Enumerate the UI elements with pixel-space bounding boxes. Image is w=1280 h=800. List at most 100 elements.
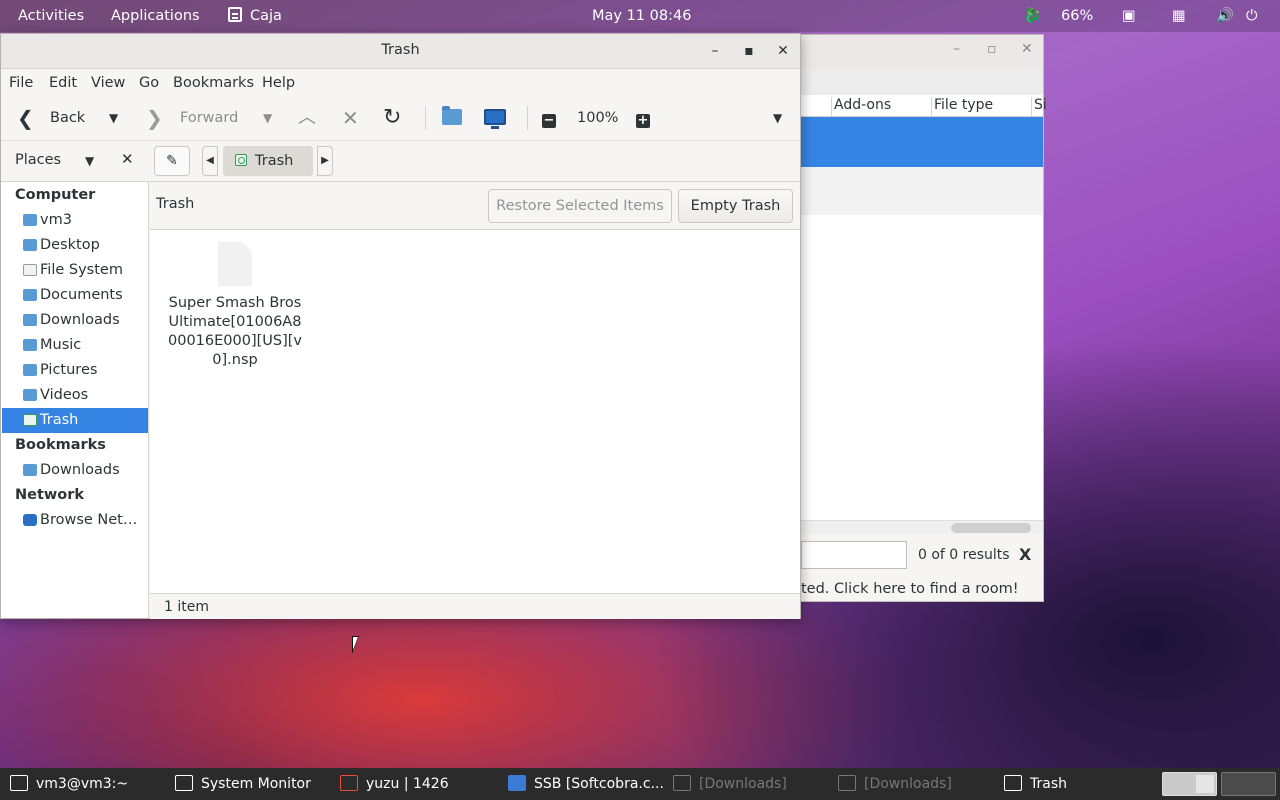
sidebar-item-music[interactable]: Music — [2, 333, 148, 358]
zoom-level[interactable]: 100% — [577, 106, 618, 130]
applications-menu[interactable]: Applications — [111, 0, 200, 32]
sidebar-item-desktop[interactable]: Desktop — [2, 233, 148, 258]
toolbar-overflow-icon[interactable]: ▼ — [773, 106, 782, 130]
path-scroll-right-icon[interactable]: ▶ — [317, 146, 333, 176]
menu-bookmarks[interactable]: Bookmarks — [173, 75, 254, 91]
toolbar-separator — [425, 106, 426, 130]
window-title: Trash — [381, 42, 420, 58]
task-ssb-browser[interactable]: SSB [Softcobra.c... — [508, 768, 664, 800]
horizontal-scrollbar[interactable] — [801, 520, 1043, 534]
edit-location-button[interactable]: ✎ — [154, 146, 190, 176]
menu-help[interactable]: Help — [262, 75, 295, 91]
activities-button[interactable]: Activities — [18, 0, 84, 32]
menu-file[interactable]: File — [9, 75, 33, 91]
sidebar-item-trash[interactable]: Trash — [2, 408, 148, 433]
close-sidebar-icon[interactable]: ✕ — [121, 150, 134, 168]
maximize-button[interactable]: ▪ — [739, 41, 759, 61]
background-window-titlebar[interactable]: – ▫ ✕ — [781, 35, 1043, 69]
sidebar-item-vm3[interactable]: vm3 — [2, 208, 148, 233]
computer-icon[interactable] — [484, 106, 506, 130]
battery-percentage[interactable]: 66% — [1061, 0, 1093, 32]
close-icon[interactable]: ✕ — [1021, 41, 1033, 57]
sidebar-item-browse-network[interactable]: Browse Netw… — [2, 508, 148, 533]
path-scroll-left-icon[interactable]: ◀ — [202, 146, 218, 176]
back-history-dropdown-icon[interactable]: ▼ — [109, 106, 118, 130]
sidebar-item-file-system[interactable]: File System — [2, 258, 148, 283]
home-folder-icon[interactable] — [442, 106, 462, 130]
task-downloads-2[interactable]: [Downloads] — [838, 768, 952, 800]
scrollbar-thumb[interactable] — [951, 523, 1031, 533]
document-icon — [508, 775, 526, 791]
minimize-icon[interactable]: – — [953, 41, 960, 57]
search-input[interactable] — [801, 541, 907, 569]
restore-selected-button[interactable]: Restore Selected Items — [488, 189, 672, 223]
clock[interactable]: May 11 08:46 — [592, 0, 691, 32]
back-button[interactable]: Back — [50, 106, 85, 130]
column-addons[interactable]: Add-ons — [831, 97, 891, 117]
menu-view[interactable]: View — [91, 75, 125, 91]
task-trash[interactable]: Trash — [1004, 768, 1067, 800]
volume-icon[interactable]: 🔊 — [1216, 0, 1234, 32]
workspace-tray-icon[interactable]: ▦ — [1172, 0, 1186, 32]
sidebar-item-label: Pictures — [40, 362, 98, 378]
task-terminal[interactable]: vm3@vm3:~ — [10, 768, 128, 800]
background-window[interactable]: – ▫ ✕ Add-ons File type Si 0 of 0 result… — [780, 34, 1047, 602]
task-label: Trash — [1030, 776, 1067, 792]
selected-game-row[interactable] — [801, 117, 1043, 167]
zoom-out-icon[interactable]: − — [542, 106, 556, 130]
folder-icon — [23, 464, 37, 476]
up-icon[interactable]: ︿ — [298, 106, 316, 130]
column-size[interactable]: Si — [1031, 97, 1047, 117]
close-button[interactable]: ✕ — [773, 41, 793, 61]
task-downloads-1[interactable]: [Downloads] — [673, 768, 787, 800]
item-count: 1 item — [164, 599, 209, 615]
forward-history-dropdown-icon[interactable]: ▼ — [263, 106, 272, 130]
multiplayer-status[interactable]: ted. Click here to find a room! — [801, 581, 1019, 597]
sidebar-header-network: Network — [15, 487, 85, 503]
sidebar-item-videos[interactable]: Videos — [2, 383, 148, 408]
workspace-1[interactable] — [1162, 772, 1217, 796]
minimize-button[interactable]: – — [705, 41, 725, 61]
menu-go[interactable]: Go — [139, 75, 159, 91]
app-menu-caja[interactable]: Caja — [228, 0, 282, 32]
display-tray-icon[interactable]: ▣ — [1122, 0, 1136, 32]
stop-icon[interactable]: ✕ — [342, 106, 359, 130]
clear-search-button[interactable]: X — [1019, 545, 1031, 564]
column-file-type[interactable]: File type — [931, 97, 993, 117]
sidebar-item-bookmark-downloads[interactable]: Downloads — [2, 458, 148, 483]
network-icon — [23, 514, 37, 526]
path-button-trash[interactable]: Trash — [223, 146, 313, 176]
sidebar-item-downloads[interactable]: Downloads — [2, 308, 148, 333]
empty-trash-button[interactable]: Empty Trash — [678, 189, 793, 223]
sidebar-item-label: Documents — [40, 287, 123, 303]
power-icon[interactable]: ⏻ — [1246, 0, 1257, 32]
location-bar: Places ▼ ✕ ✎ ◀ Trash ▶ — [1, 140, 800, 180]
workspace-2[interactable] — [1221, 772, 1276, 796]
task-yuzu[interactable]: yuzu | 1426 — [340, 768, 449, 800]
trash-info-bar: Trash Restore Selected Items Empty Trash — [150, 182, 800, 230]
sidebar-header-computer: Computer — [15, 187, 96, 203]
zoom-in-icon[interactable]: + — [636, 106, 650, 130]
game-list-header: Add-ons File type Si — [801, 95, 1047, 117]
mouse-cursor-icon — [352, 636, 366, 654]
chevron-down-icon[interactable]: ▼ — [85, 154, 94, 168]
videos-folder-icon — [23, 389, 37, 401]
forward-button[interactable]: Forward — [180, 106, 238, 130]
game-list-row[interactable] — [801, 167, 1043, 215]
sidebar-item-pictures[interactable]: Pictures — [2, 358, 148, 383]
sidebar-item-documents[interactable]: Documents — [2, 283, 148, 308]
app-menu-label: Caja — [250, 8, 282, 24]
file-item[interactable]: Super Smash Bros Ultimate[01006A800016E0… — [164, 242, 306, 370]
documents-folder-icon — [23, 289, 37, 301]
dragon-tray-icon[interactable]: 🐉 — [1023, 0, 1041, 32]
forward-arrow-icon[interactable]: ❯ — [146, 106, 163, 130]
task-system-monitor[interactable]: System Monitor — [175, 768, 311, 800]
maximize-icon[interactable]: ▫ — [987, 41, 997, 57]
file-view[interactable]: Trash Restore Selected Items Empty Trash… — [150, 181, 800, 618]
back-arrow-icon[interactable]: ❮ — [17, 106, 34, 130]
sidebar-type-selector[interactable]: Places — [15, 152, 61, 168]
titlebar[interactable]: Trash – ▪ ✕ — [1, 34, 800, 69]
menu-edit[interactable]: Edit — [49, 75, 77, 91]
trash-icon — [235, 154, 247, 166]
reload-icon[interactable]: ↻ — [383, 106, 401, 130]
